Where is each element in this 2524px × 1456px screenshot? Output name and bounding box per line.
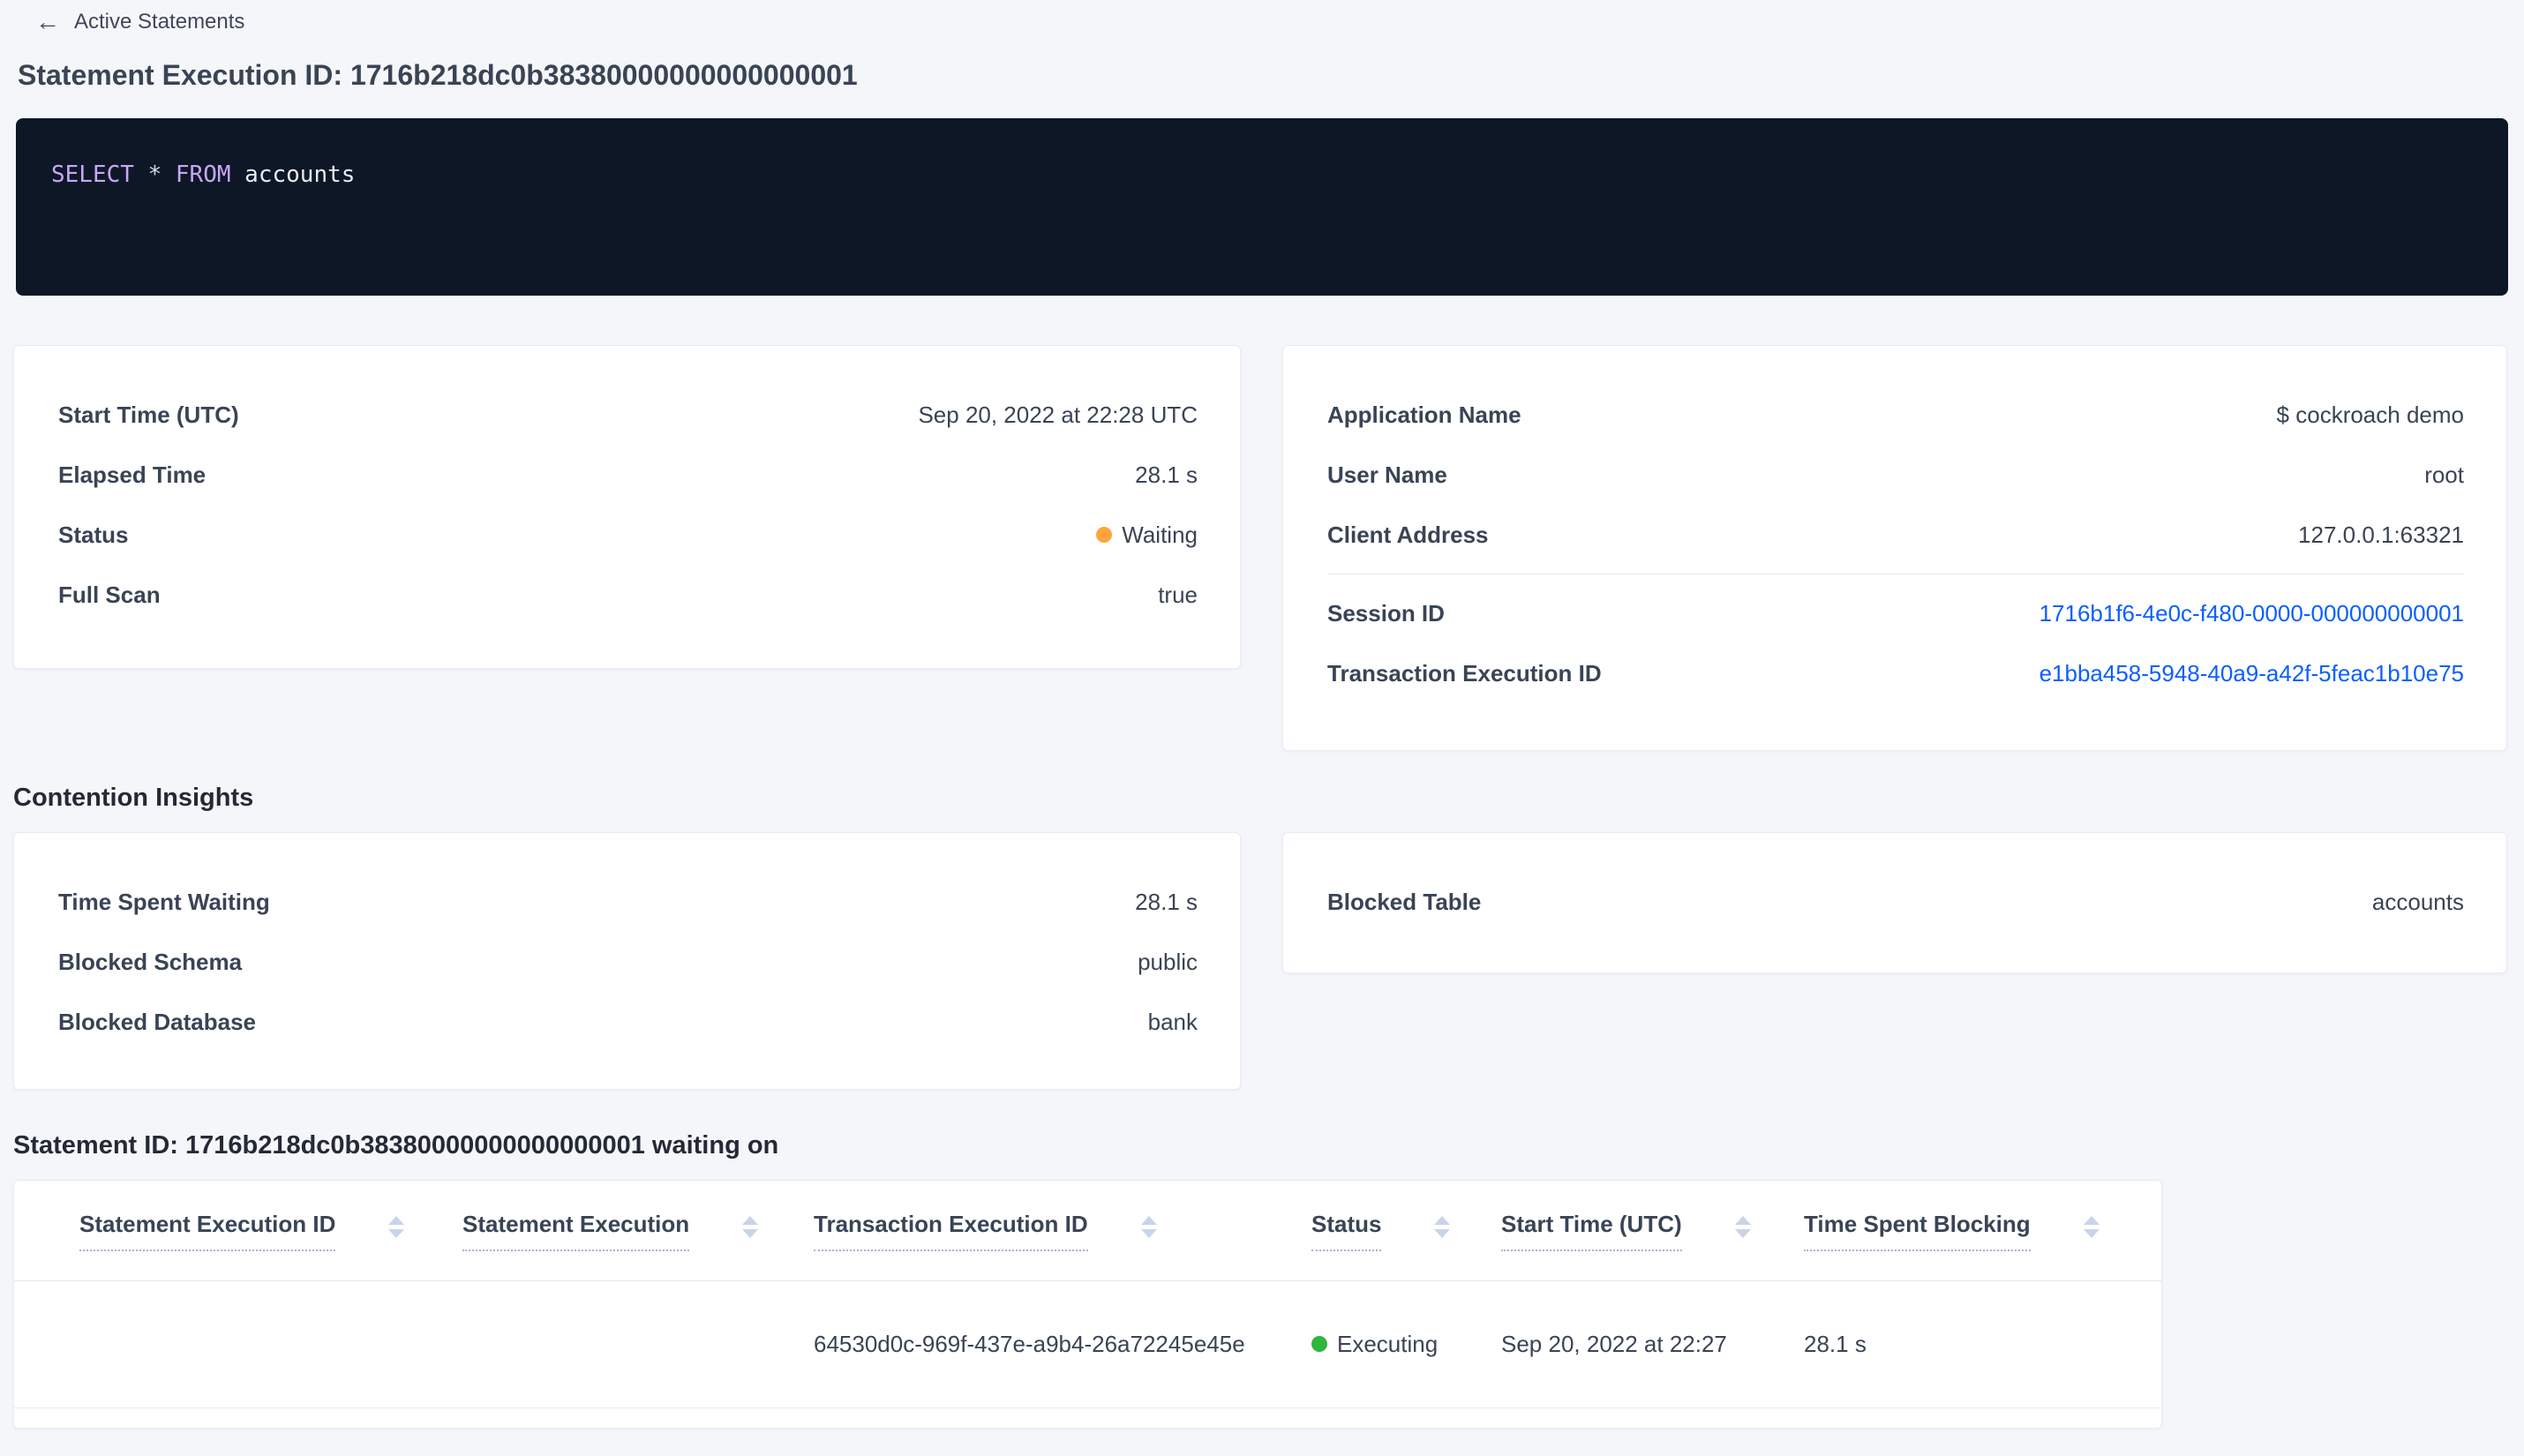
elapsed-time-row: Elapsed Time 28.1 s [58, 445, 1198, 505]
breadcrumb: ← Active Statements [0, 0, 2524, 35]
table-row: 64530d0c-969f-437e-a9b4-26a72245e45e Exe… [14, 1280, 2161, 1408]
session-id-label: Session ID [1327, 599, 1445, 627]
blocked-schema-row: Blocked Schema public [58, 932, 1198, 992]
column-header-start-time[interactable]: Start Time (UTC) [1501, 1181, 1804, 1281]
status-badge: Waiting [1096, 522, 1198, 549]
cell-statement-execution-id [14, 1280, 462, 1408]
client-address-value: 127.0.0.1:63321 [2298, 521, 2464, 548]
elapsed-time-label: Elapsed Time [58, 461, 207, 488]
session-details-card: Application Name $ cockroach demo User N… [1282, 345, 2507, 751]
sql-table-name: accounts [244, 161, 356, 188]
cell-statement-execution [462, 1280, 814, 1408]
sort-icon[interactable] [1140, 1216, 1157, 1238]
column-header-statement-execution[interactable]: Statement Execution [462, 1181, 814, 1281]
user-name-label: User Name [1327, 461, 1447, 488]
column-label[interactable]: Statement Execution ID [79, 1211, 336, 1251]
transaction-execution-id-label: Transaction Execution ID [1327, 659, 1602, 687]
page-title: Statement Execution ID: 1716b218dc0b3838… [18, 59, 858, 91]
blocked-schema-value: public [1138, 948, 1198, 975]
client-address-label: Client Address [1327, 521, 1489, 548]
waiting-status-dot-icon [1096, 527, 1113, 543]
sort-icon[interactable] [742, 1216, 759, 1238]
contention-insights-heading: Contention Insights [13, 784, 254, 812]
back-link-active-statements[interactable]: Active Statements [74, 9, 244, 35]
contention-cards-row: Time Spent Waiting 28.1 s Blocked Schema… [13, 832, 2507, 1090]
contention-waiting-card: Time Spent Waiting 28.1 s Blocked Schema… [13, 832, 1241, 1090]
sort-icon[interactable] [388, 1216, 405, 1238]
blocked-database-value: bank [1147, 1008, 1198, 1035]
blocked-table-value: accounts [2371, 888, 2464, 915]
user-name-row: User Name root [1327, 445, 2464, 505]
status-row: Status Waiting [58, 505, 1198, 565]
column-label[interactable]: Time Spent Blocking [1804, 1211, 2031, 1251]
execution-details-card: Start Time (UTC) Sep 20, 2022 at 22:28 U… [13, 345, 1241, 669]
sql-star-operator: * [147, 161, 162, 188]
cell-status-value: Executing [1337, 1330, 1439, 1357]
full-scan-label: Full Scan [58, 581, 161, 608]
start-time-value: Sep 20, 2022 at 22:28 UTC [918, 401, 1198, 428]
start-time-row: Start Time (UTC) Sep 20, 2022 at 22:28 U… [58, 385, 1198, 445]
cell-status: Executing [1311, 1280, 1501, 1408]
status-value: Waiting [1122, 521, 1198, 548]
column-label[interactable]: Statement Execution [462, 1211, 690, 1251]
application-name-row: Application Name $ cockroach demo [1327, 385, 2464, 445]
transaction-execution-id-link[interactable]: e1bba458-5948-40a9-a42f-5feac1b10e75 [2039, 660, 2464, 687]
session-id-link[interactable]: 1716b1f6-4e0c-f480-0000-000000000001 [2039, 600, 2464, 627]
column-label[interactable]: Transaction Execution ID [814, 1211, 1088, 1251]
full-scan-value: true [1158, 581, 1198, 608]
application-name-label: Application Name [1327, 401, 1521, 428]
column-label[interactable]: Start Time (UTC) [1501, 1211, 1682, 1251]
column-header-statement-execution-id[interactable]: Statement Execution ID [14, 1181, 462, 1281]
executing-status-dot-icon [1311, 1336, 1327, 1352]
blocked-database-label: Blocked Database [58, 1008, 256, 1035]
blocked-table-label: Blocked Table [1327, 888, 1482, 915]
sql-keyword-select: SELECT [51, 161, 134, 188]
elapsed-time-value: 28.1 s [1135, 461, 1198, 488]
time-spent-waiting-row: Time Spent Waiting 28.1 s [58, 872, 1198, 932]
user-name-value: root [2424, 461, 2464, 488]
blocked-database-row: Blocked Database bank [58, 992, 1198, 1052]
waiting-statements-table: Statement Execution ID Statement Executi… [14, 1181, 2161, 1408]
time-spent-waiting-value: 28.1 s [1135, 888, 1198, 915]
status-label: Status [58, 521, 129, 548]
column-label[interactable]: Status [1311, 1211, 1382, 1251]
column-header-time-spent-blocking[interactable]: Time Spent Blocking [1804, 1181, 2161, 1281]
cell-start-time: Sep 20, 2022 at 22:27 [1501, 1280, 1804, 1408]
blocked-table-row: Blocked Table accounts [1327, 872, 2464, 932]
blocked-schema-label: Blocked Schema [58, 948, 243, 975]
back-arrow-icon[interactable]: ← [35, 10, 60, 34]
client-address-row: Client Address 127.0.0.1:63321 [1327, 505, 2464, 565]
sql-keyword-from: FROM [175, 161, 231, 188]
application-name-value: $ cockroach demo [2276, 401, 2464, 428]
time-spent-waiting-label: Time Spent Waiting [58, 888, 270, 915]
session-id-row: Session ID 1716b1f6-4e0c-f480-0000-00000… [1327, 583, 2464, 643]
sort-icon[interactable] [1434, 1216, 1451, 1238]
overview-cards-row: Start Time (UTC) Sep 20, 2022 at 22:28 U… [13, 345, 2507, 751]
cell-transaction-execution-id: 64530d0c-969f-437e-a9b4-26a72245e45e [814, 1280, 1311, 1408]
blocked-table-card: Blocked Table accounts [1282, 832, 2507, 973]
column-header-status[interactable]: Status [1311, 1181, 1501, 1281]
sort-icon[interactable] [1734, 1216, 1751, 1238]
waiting-statements-table-card: Statement Execution ID Statement Executi… [13, 1180, 2162, 1429]
transaction-execution-id-row: Transaction Execution ID e1bba458-5948-4… [1327, 643, 2464, 703]
table-header-row: Statement Execution ID Statement Executi… [14, 1181, 2161, 1281]
cell-time-spent-blocking: 28.1 s [1804, 1280, 2161, 1408]
sql-statement-box: SELECT * FROM accounts [16, 118, 2508, 296]
start-time-label: Start Time (UTC) [58, 401, 239, 428]
sort-icon[interactable] [2083, 1216, 2100, 1238]
column-header-transaction-execution-id[interactable]: Transaction Execution ID [814, 1181, 1311, 1281]
waiting-on-heading: Statement ID: 1716b218dc0b38380000000000… [13, 1131, 779, 1160]
full-scan-row: Full Scan true [58, 565, 1198, 625]
